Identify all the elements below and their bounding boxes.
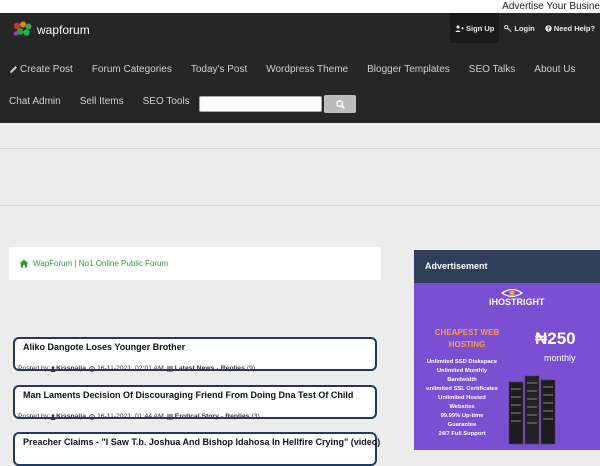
post-replies-count: (9) <box>246 365 256 372</box>
post-title[interactable]: Man Laments Decision Of Discouraging Fri… <box>23 390 353 400</box>
post-meta: Posted by: Kissnaija 16-11-2021, 02:01 A… <box>18 365 256 372</box>
breadcrumb-link[interactable]: WapForum | No1 Online Public Forum <box>33 259 168 268</box>
nav-sell-items[interactable]: Sell Items <box>80 96 124 107</box>
post-date: 16-11-2021, 02:01 AM <box>96 365 164 372</box>
ad-headline: CHEAPEST WEB HOSTING <box>434 327 500 351</box>
sign-up-link[interactable]: Sign Up <box>450 13 500 43</box>
question-icon: ? <box>545 24 552 32</box>
ad-feature: Unlimited SSD Diskspace <box>426 359 498 365</box>
nav-seo-talks[interactable]: SEO Talks <box>469 64 516 75</box>
nav-create-post-label: Create Post <box>20 64 73 75</box>
post-title[interactable]: Aliko Dangote Loses Younger Brother <box>23 342 185 352</box>
post-date: 16-11-2021, 01:44 AM <box>96 413 164 420</box>
nav-forum-categories[interactable]: Forum Categories <box>92 64 172 75</box>
ad-feature: Guarantee <box>447 422 477 428</box>
post-replies-label[interactable]: Replies <box>225 413 249 420</box>
ad-feature: Websites <box>449 404 475 410</box>
login-label: Login <box>514 23 535 33</box>
post-card[interactable]: Aliko Dangote Loses Younger Brother Post… <box>13 337 377 372</box>
post-category[interactable]: Latest News <box>175 365 215 372</box>
server-icon <box>508 375 556 445</box>
clock-icon <box>89 365 95 372</box>
list-icon <box>166 414 173 419</box>
post-replies-label[interactable]: Replies <box>221 365 245 372</box>
ad-price: ₦250 <box>535 329 576 348</box>
wapforum-logo-icon <box>13 21 32 36</box>
ad-feature: Bandwidth <box>447 377 477 383</box>
nav-blogger-templates[interactable]: Blogger Templates <box>367 64 450 75</box>
login-link[interactable]: Login <box>499 13 539 43</box>
banner-ad-area <box>0 148 600 206</box>
ad-features: Unlimited SSD Diskspace Unlimited Monthl… <box>419 358 505 439</box>
post-author[interactable]: Kissnaija <box>56 413 86 420</box>
post-title[interactable]: Preacher Claims - "I Saw T.b. Joshua And… <box>23 437 380 447</box>
ad-feature: Unlimited Hosted <box>438 395 486 401</box>
need-help-link[interactable]: ? Need Help? <box>540 13 600 43</box>
home-icon[interactable] <box>19 259 29 268</box>
search-icon <box>335 99 345 109</box>
top-ad-strip: Advertise Your Busine <box>0 0 600 13</box>
list-icon <box>166 366 173 371</box>
ad-brand: iHOSTRIGHT <box>489 297 545 307</box>
key-icon <box>504 24 512 32</box>
posted-by-label: Posted by: <box>18 365 51 372</box>
site-header: wapforum Sign Up Login ? Need Help? Crea… <box>0 13 600 123</box>
nav-about-us[interactable]: About Us <box>534 64 575 75</box>
site-logo[interactable]: wapforum <box>12 21 90 38</box>
ad-period: monthly <box>544 353 576 363</box>
post-meta: Posted by: Kissnaija 16-11-2021, 01:44 A… <box>18 413 260 420</box>
post-category[interactable]: Erotical Story <box>175 413 219 420</box>
hosting-ad[interactable]: iHOSTRIGHT CHEAPEST WEB HOSTING ₦250 mon… <box>414 283 600 450</box>
pencil-icon <box>10 66 17 73</box>
nav-create-post[interactable]: Create Post <box>9 64 73 75</box>
post-card[interactable]: Man Laments Decision Of Discouraging Fri… <box>13 385 377 420</box>
nav-wordpress-theme[interactable]: Wordpress Theme <box>266 64 348 75</box>
secondary-nav: Chat Admin Sell Items SEO Tools <box>9 96 209 107</box>
nav-todays-post[interactable]: Today's Post <box>191 64 247 75</box>
clock-icon <box>89 413 95 420</box>
breadcrumb: WapForum | No1 Online Public Forum <box>9 247 381 280</box>
need-help-label: Need Help? <box>553 23 596 33</box>
ad-feature: Unlimited Monthly <box>436 368 488 374</box>
nav-seo-tools[interactable]: SEO Tools <box>143 96 190 107</box>
account-links: Sign Up Login ? Need Help? <box>450 13 600 43</box>
post-card[interactable]: Preacher Claims - "I Saw T.b. Joshua And… <box>13 432 380 466</box>
svg-text:?: ? <box>547 26 550 31</box>
sign-up-label: Sign Up <box>466 23 495 33</box>
search-input[interactable] <box>199 96 322 112</box>
ad-feature: 24/7 Full Support <box>438 431 486 437</box>
sidebar-heading-text: Advertisement <box>425 261 488 271</box>
ad-headline-line2: HOSTING <box>448 340 486 349</box>
post-author[interactable]: Kissnaija <box>56 365 86 372</box>
ad-headline-line1: CHEAPEST WEB <box>434 328 500 337</box>
main-nav: Create Post Forum Categories Today's Pos… <box>9 64 594 75</box>
sidebar-heading: Advertisement <box>414 250 600 283</box>
logo-text: wapforum <box>37 22 90 37</box>
advertise-link[interactable]: Advertise Your Busine <box>502 0 600 13</box>
ad-feature: 99.99% Up-time <box>440 413 484 419</box>
post-replies-count: (3) <box>251 413 260 420</box>
search-button[interactable] <box>324 95 356 113</box>
posted-by-label: Posted by: <box>18 413 51 420</box>
user-plus-icon <box>455 24 464 32</box>
ad-feature: unlimited SSL Certificates <box>426 386 498 392</box>
nav-chat-admin[interactable]: Chat Admin <box>9 96 61 107</box>
